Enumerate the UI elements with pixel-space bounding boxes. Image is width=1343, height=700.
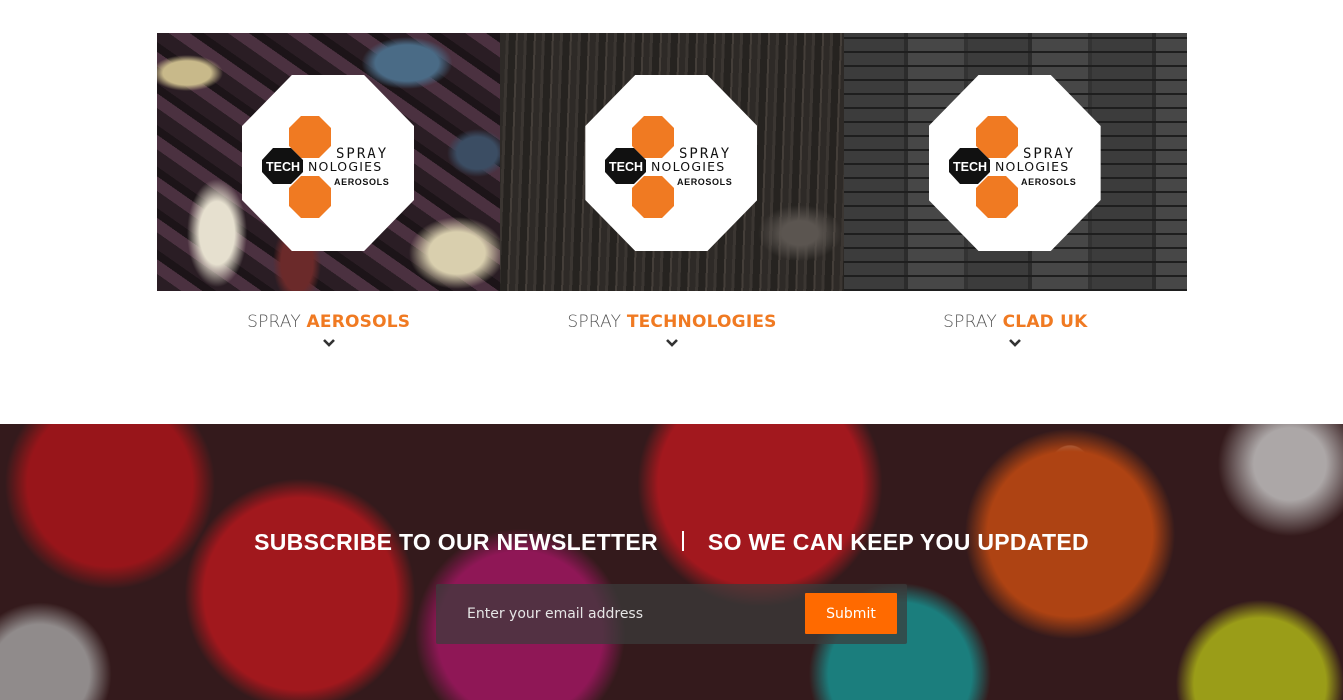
brand-tile-aerosols[interactable]: TECH SPRAY NOLOGIES AEROSOLS xyxy=(157,33,501,291)
logo-mark: TECH SPRAY NOLOGIES AEROSOLS xyxy=(605,116,732,218)
caption-prefix: SPRAY xyxy=(247,312,301,332)
logo-mark: TECH SPRAY NOLOGIES AEROSOLS xyxy=(262,116,389,218)
caption-accent: TECHNOLOGIES xyxy=(626,312,777,332)
spray-cans-background-image xyxy=(0,424,1343,700)
newsletter-section: SUBSCRIBE TO OUR NEWSLETTER SO WE CAN KEE… xyxy=(0,424,1343,700)
caption-prefix: SPRAY xyxy=(943,312,997,332)
brand-clad-uk: TECH SPRAY NOLOGIES AEROSOLS SPRAY CLAD … xyxy=(843,33,1187,373)
brand-aerosols: TECH SPRAY NOLOGIES AEROSOLS SPRAY AEROS… xyxy=(157,33,501,373)
chevron-down-icon[interactable] xyxy=(665,338,679,348)
submit-button[interactable]: Submit xyxy=(805,593,897,634)
logo-tech-text: TECH xyxy=(953,160,987,174)
chevron-down-icon[interactable] xyxy=(1008,338,1022,348)
newsletter-headline: SUBSCRIBE TO OUR NEWSLETTER SO WE CAN KEE… xyxy=(0,529,1343,556)
headline-divider xyxy=(681,531,684,551)
brands-section: TECH SPRAY NOLOGIES AEROSOLS SPRAY AEROS… xyxy=(157,33,1187,373)
brand-caption-technologies[interactable]: SPRAY TECHNOLOGIES xyxy=(500,312,843,332)
logo-aerosols-text: AEROSOLS xyxy=(677,177,732,187)
caption-accent: CLAD UK xyxy=(1002,312,1088,332)
caption-prefix: SPRAY xyxy=(567,312,622,332)
newsletter-title: SUBSCRIBE TO OUR NEWSLETTER xyxy=(254,529,658,555)
spray-technologies-logo: TECH SPRAY NOLOGIES AEROSOLS xyxy=(585,75,758,251)
brand-tile-clad-uk[interactable]: TECH SPRAY NOLOGIES AEROSOLS xyxy=(843,33,1187,291)
newsletter-subtitle: SO WE CAN KEEP YOU UPDATED xyxy=(707,529,1089,555)
logo-tech-text: TECH xyxy=(266,160,300,174)
logo-aerosols-text: AEROSOLS xyxy=(1021,177,1076,187)
brand-technologies: TECH SPRAY NOLOGIES AEROSOLS SPRAY TECHN… xyxy=(500,33,844,373)
logo-nologies-text: NOLOGIES xyxy=(651,159,725,174)
logo-nologies-text: NOLOGIES xyxy=(308,159,382,174)
chevron-down-icon[interactable] xyxy=(322,338,336,348)
logo-mark: TECH SPRAY NOLOGIES AEROSOLS xyxy=(948,116,1076,218)
brand-tile-technologies[interactable]: TECH SPRAY NOLOGIES AEROSOLS xyxy=(500,33,844,291)
spray-technologies-logo: TECH SPRAY NOLOGIES AEROSOLS xyxy=(242,75,414,251)
brand-caption-aerosols[interactable]: SPRAY AEROSOLS xyxy=(157,312,500,332)
brand-caption-clad-uk[interactable]: SPRAY CLAD UK xyxy=(844,312,1187,332)
subscribe-form: Submit xyxy=(436,584,907,644)
logo-nologies-text: NOLOGIES xyxy=(995,159,1069,174)
email-input[interactable] xyxy=(448,594,798,634)
logo-aerosols-text: AEROSOLS xyxy=(334,177,389,187)
spray-technologies-logo: TECH SPRAY NOLOGIES AEROSOLS xyxy=(928,75,1101,251)
caption-accent: AEROSOLS xyxy=(306,312,411,332)
logo-tech-text: TECH xyxy=(609,160,643,174)
